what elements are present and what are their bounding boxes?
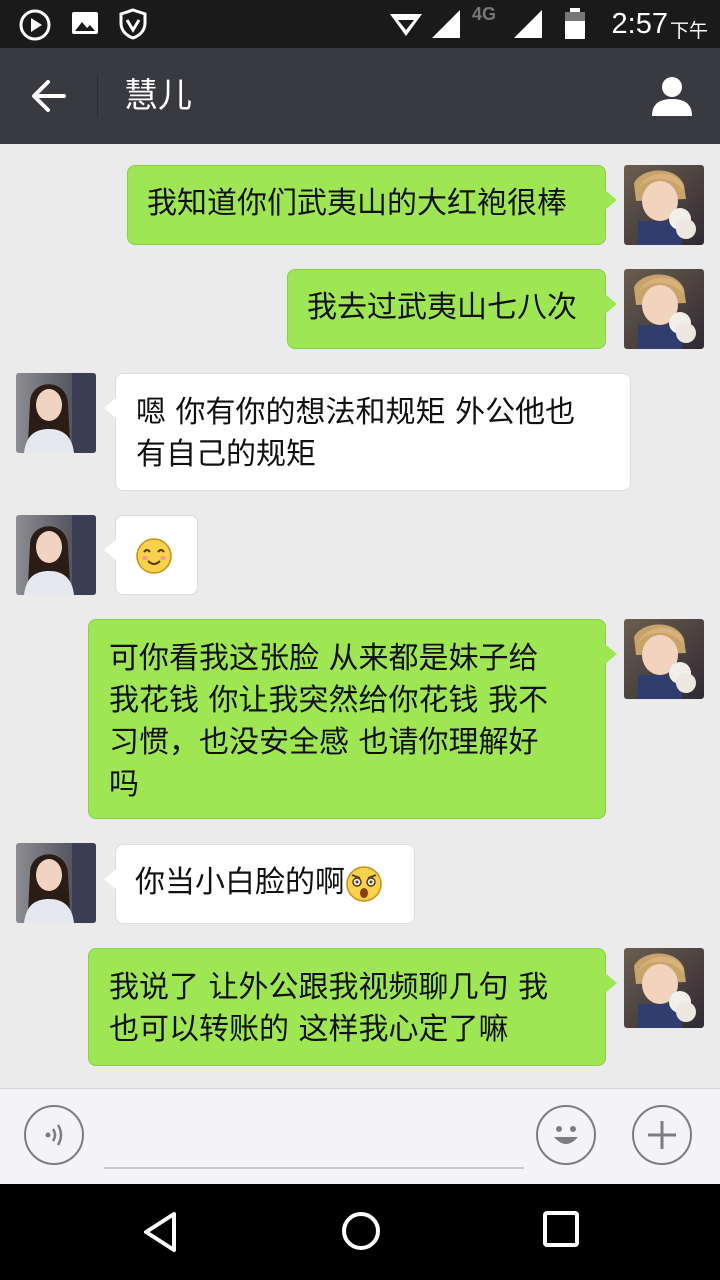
header-divider <box>97 74 98 118</box>
smiling-face-emoji <box>136 538 172 574</box>
message-text: 我去过武夷山七八次 <box>307 290 577 325</box>
shield-icon <box>119 8 147 40</box>
message-line: 习惯，也没安全感 也请你理解好 <box>109 725 539 760</box>
back-triangle-icon[interactable] <box>140 1210 180 1254</box>
message-bubble-incoming[interactable]: 你当小白脸的啊 <box>104 844 415 924</box>
voice-button[interactable] <box>24 1105 84 1165</box>
clock: 2:57 <box>611 8 668 40</box>
message-input[interactable] <box>104 1105 524 1169</box>
message-bubble-incoming[interactable] <box>104 515 198 595</box>
clock-ampm: 下午 <box>669 20 708 42</box>
contact-avatar[interactable] <box>16 515 96 595</box>
contact-avatar[interactable] <box>16 843 96 923</box>
status-bar: 4G 2:57 下午 <box>0 0 720 48</box>
shocked-face-emoji <box>346 865 382 902</box>
network-type: 4G <box>472 4 497 24</box>
chat-title: 慧儿 <box>124 76 192 116</box>
person-icon[interactable] <box>650 74 694 118</box>
battery-icon <box>565 8 585 39</box>
arrow-left-icon[interactable] <box>30 78 68 114</box>
system-nav-bar <box>0 1184 720 1280</box>
message-line: 也可以转账的 这样我心定了嘛 <box>109 1012 509 1047</box>
message-line: 我说了 让外公跟我视频聊几句 我 <box>109 970 549 1005</box>
voice-icon <box>45 1124 63 1146</box>
message-line: 可你看我这张脸 从来都是妹子给 <box>109 641 539 676</box>
message-list: 我知道你们武夷山的大红袍很棒 我去过武夷山七八次 嗯 你有你的想法和规矩 外公他… <box>0 144 720 1088</box>
wifi-icon <box>390 14 422 36</box>
message-line: 我花钱 你让我突然给你花钱 我不 <box>109 683 549 718</box>
chat-header: 慧儿 <box>0 48 720 144</box>
contact-avatar[interactable] <box>16 373 96 453</box>
image-icon <box>72 12 98 34</box>
my-avatar[interactable] <box>624 269 704 349</box>
message-bubble-outgoing[interactable]: 我说了 让外公跟我视频聊几句 我 也可以转账的 这样我心定了嘛 <box>88 948 617 1066</box>
message-line: 有自己的规矩 <box>136 437 316 472</box>
message-bubble-incoming[interactable]: 嗯 你有你的想法和规矩 外公他也 有自己的规矩 <box>104 373 631 491</box>
play-circle-icon <box>19 9 51 41</box>
input-bar <box>0 1088 720 1184</box>
plus-icon <box>648 1121 676 1149</box>
message-text: 我知道你们武夷山的大红袍很棒 <box>147 186 567 221</box>
message-text: 你当小白脸的啊 <box>135 865 345 900</box>
message-line: 嗯 你有你的想法和规矩 外公他也 <box>136 395 576 430</box>
recents-square-icon[interactable] <box>542 1210 580 1248</box>
message-bubble-outgoing[interactable]: 我知道你们武夷山的大红袍很棒 <box>127 165 617 245</box>
signal-icon-2 <box>514 10 542 38</box>
emoji-icon <box>554 1126 578 1144</box>
message-line: 吗 <box>109 767 139 802</box>
more-button[interactable] <box>632 1105 692 1165</box>
message-bubble-outgoing[interactable]: 可你看我这张脸 从来都是妹子给 我花钱 你让我突然给你花钱 我不 习惯，也没安全… <box>88 619 617 819</box>
message-bubble-outgoing[interactable]: 我去过武夷山七八次 <box>287 269 617 349</box>
home-circle-icon[interactable] <box>340 1210 382 1252</box>
emoji-button[interactable] <box>536 1105 596 1165</box>
my-avatar[interactable] <box>624 165 704 245</box>
signal-icon <box>432 10 460 38</box>
my-avatar[interactable] <box>624 948 704 1028</box>
my-avatar[interactable] <box>624 619 704 699</box>
